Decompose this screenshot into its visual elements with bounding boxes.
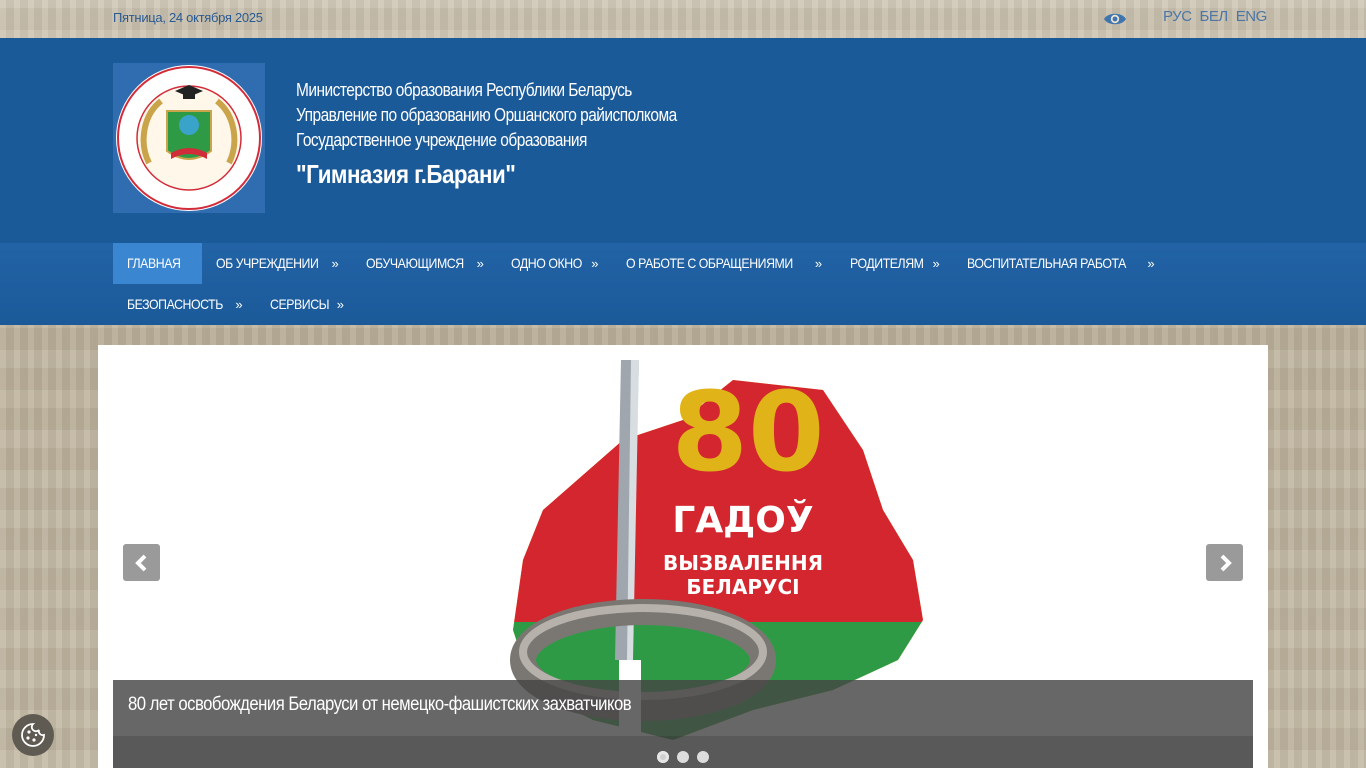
nav-list: ГЛАВНАЯ ОБ УЧРЕЖДЕНИИ » ОБУЧАЮЩИМСЯ » ОД… (113, 243, 1253, 325)
nav-arrow: » (591, 256, 598, 271)
chevron-right-icon (1220, 554, 1232, 571)
nav-item-services[interactable]: СЕРВИСЫ » (256, 284, 357, 325)
nav-item-home[interactable]: ГЛАВНАЯ (113, 243, 202, 284)
slider-dot-3[interactable] (697, 751, 709, 763)
slider-next-button[interactable] (1206, 544, 1243, 581)
nav-arrow: » (476, 256, 484, 271)
main-navigation: ГЛАВНАЯ ОБ УЧРЕЖДЕНИИ » ОБУЧАЮЩИМСЯ » ОД… (0, 243, 1366, 325)
nav-arrow: » (331, 256, 339, 271)
poster-number: 80 (671, 368, 824, 496)
header-titles: Министерство образования Республики Бела… (296, 78, 739, 190)
nav-item-safety[interactable]: БЕЗОПАСНОСТЬ » (113, 284, 256, 325)
lang-eng[interactable]: ENG (1236, 8, 1268, 25)
nav-arrow: » (235, 297, 243, 312)
slide-caption-text: 80 лет освобождения Беларуси от немецко-… (128, 694, 632, 715)
nav-item-parents[interactable]: РОДИТЕЛЯМ » (836, 243, 954, 284)
nav-item-students[interactable]: ОБУЧАЮЩИМСЯ » (352, 243, 497, 284)
slider-dot-2[interactable] (677, 751, 689, 763)
site-header: Министерство образования Республики Бела… (0, 38, 1366, 243)
slider-dot-1[interactable] (657, 751, 669, 763)
slider-prev-button[interactable] (123, 544, 160, 581)
nav-item-about[interactable]: ОБ УЧРЕЖДЕНИИ » (202, 243, 352, 284)
school-logo[interactable] (113, 63, 265, 213)
nav-label: ВОСПИТАТЕЛЬНАЯ РАБОТА (967, 255, 1127, 271)
nav-label: РОДИТЕЛЯМ (849, 255, 924, 271)
nav-label: СЕРВИСЫ (270, 296, 330, 312)
institution-type: Государственное учреждение образования (296, 130, 587, 150)
nav-label: ОДНО ОКНО (511, 255, 583, 271)
content-panel: 80 ГАДОЎ ВЫЗВАЛЕННЯ БЕЛАРУСІ 80 лет осво… (98, 345, 1268, 768)
top-bar: Пятница, 24 октября 2025 РУС БЕЛ ENG (0, 0, 1366, 38)
lang-bel[interactable]: БЕЛ (1200, 8, 1229, 25)
lang-rus[interactable]: РУС (1163, 8, 1192, 25)
language-switcher: РУС БЕЛ ENG (1163, 8, 1267, 25)
poster-line-1: ГАДОЎ (672, 499, 813, 541)
poster-line-3: БЕЛАРУСІ (686, 575, 799, 599)
eye-icon[interactable] (1103, 10, 1127, 28)
school-name[interactable]: "Гимназия г.Барани" (296, 159, 677, 190)
nav-arrow: » (1147, 256, 1155, 271)
nav-item-upbringing[interactable]: ВОСПИТАТЕЛЬНАЯ РАБОТА » (953, 243, 1168, 284)
slider-pagination-bar (113, 736, 1253, 768)
nav-label: ОБ УЧРЕЖДЕНИИ (215, 255, 319, 271)
nav-label: ОБУЧАЮЩИМСЯ (366, 255, 464, 271)
slider-dots (657, 751, 709, 763)
nav-label: О РАБОТЕ С ОБРАЩЕНИЯМИ (626, 255, 793, 271)
nav-arrow: » (814, 256, 822, 271)
current-date: Пятница, 24 октября 2025 (113, 10, 263, 25)
ministry-title: Министерство образования Республики Бела… (296, 80, 632, 100)
nav-arrow: » (932, 256, 940, 271)
nav-label: БЕЗОПАСНОСТЬ (127, 296, 223, 312)
slide-caption[interactable]: 80 лет освобождения Беларуси от немецко-… (113, 680, 1253, 736)
department-title: Управление по образованию Оршанского рай… (296, 105, 677, 125)
nav-label: ГЛАВНАЯ (127, 255, 181, 271)
cookie-icon (21, 723, 45, 747)
poster-line-2: ВЫЗВАЛЕННЯ (663, 551, 823, 575)
nav-item-appeals[interactable]: О РАБОТЕ С ОБРАЩЕНИЯМИ » (612, 243, 836, 284)
nav-item-one-window[interactable]: ОДНО ОКНО » (497, 243, 612, 284)
chevron-left-icon (134, 554, 146, 571)
image-slider: 80 ГАДОЎ ВЫЗВАЛЕННЯ БЕЛАРУСІ 80 лет осво… (113, 360, 1253, 768)
nav-arrow: » (336, 297, 344, 312)
cookie-settings-button[interactable] (12, 714, 54, 756)
